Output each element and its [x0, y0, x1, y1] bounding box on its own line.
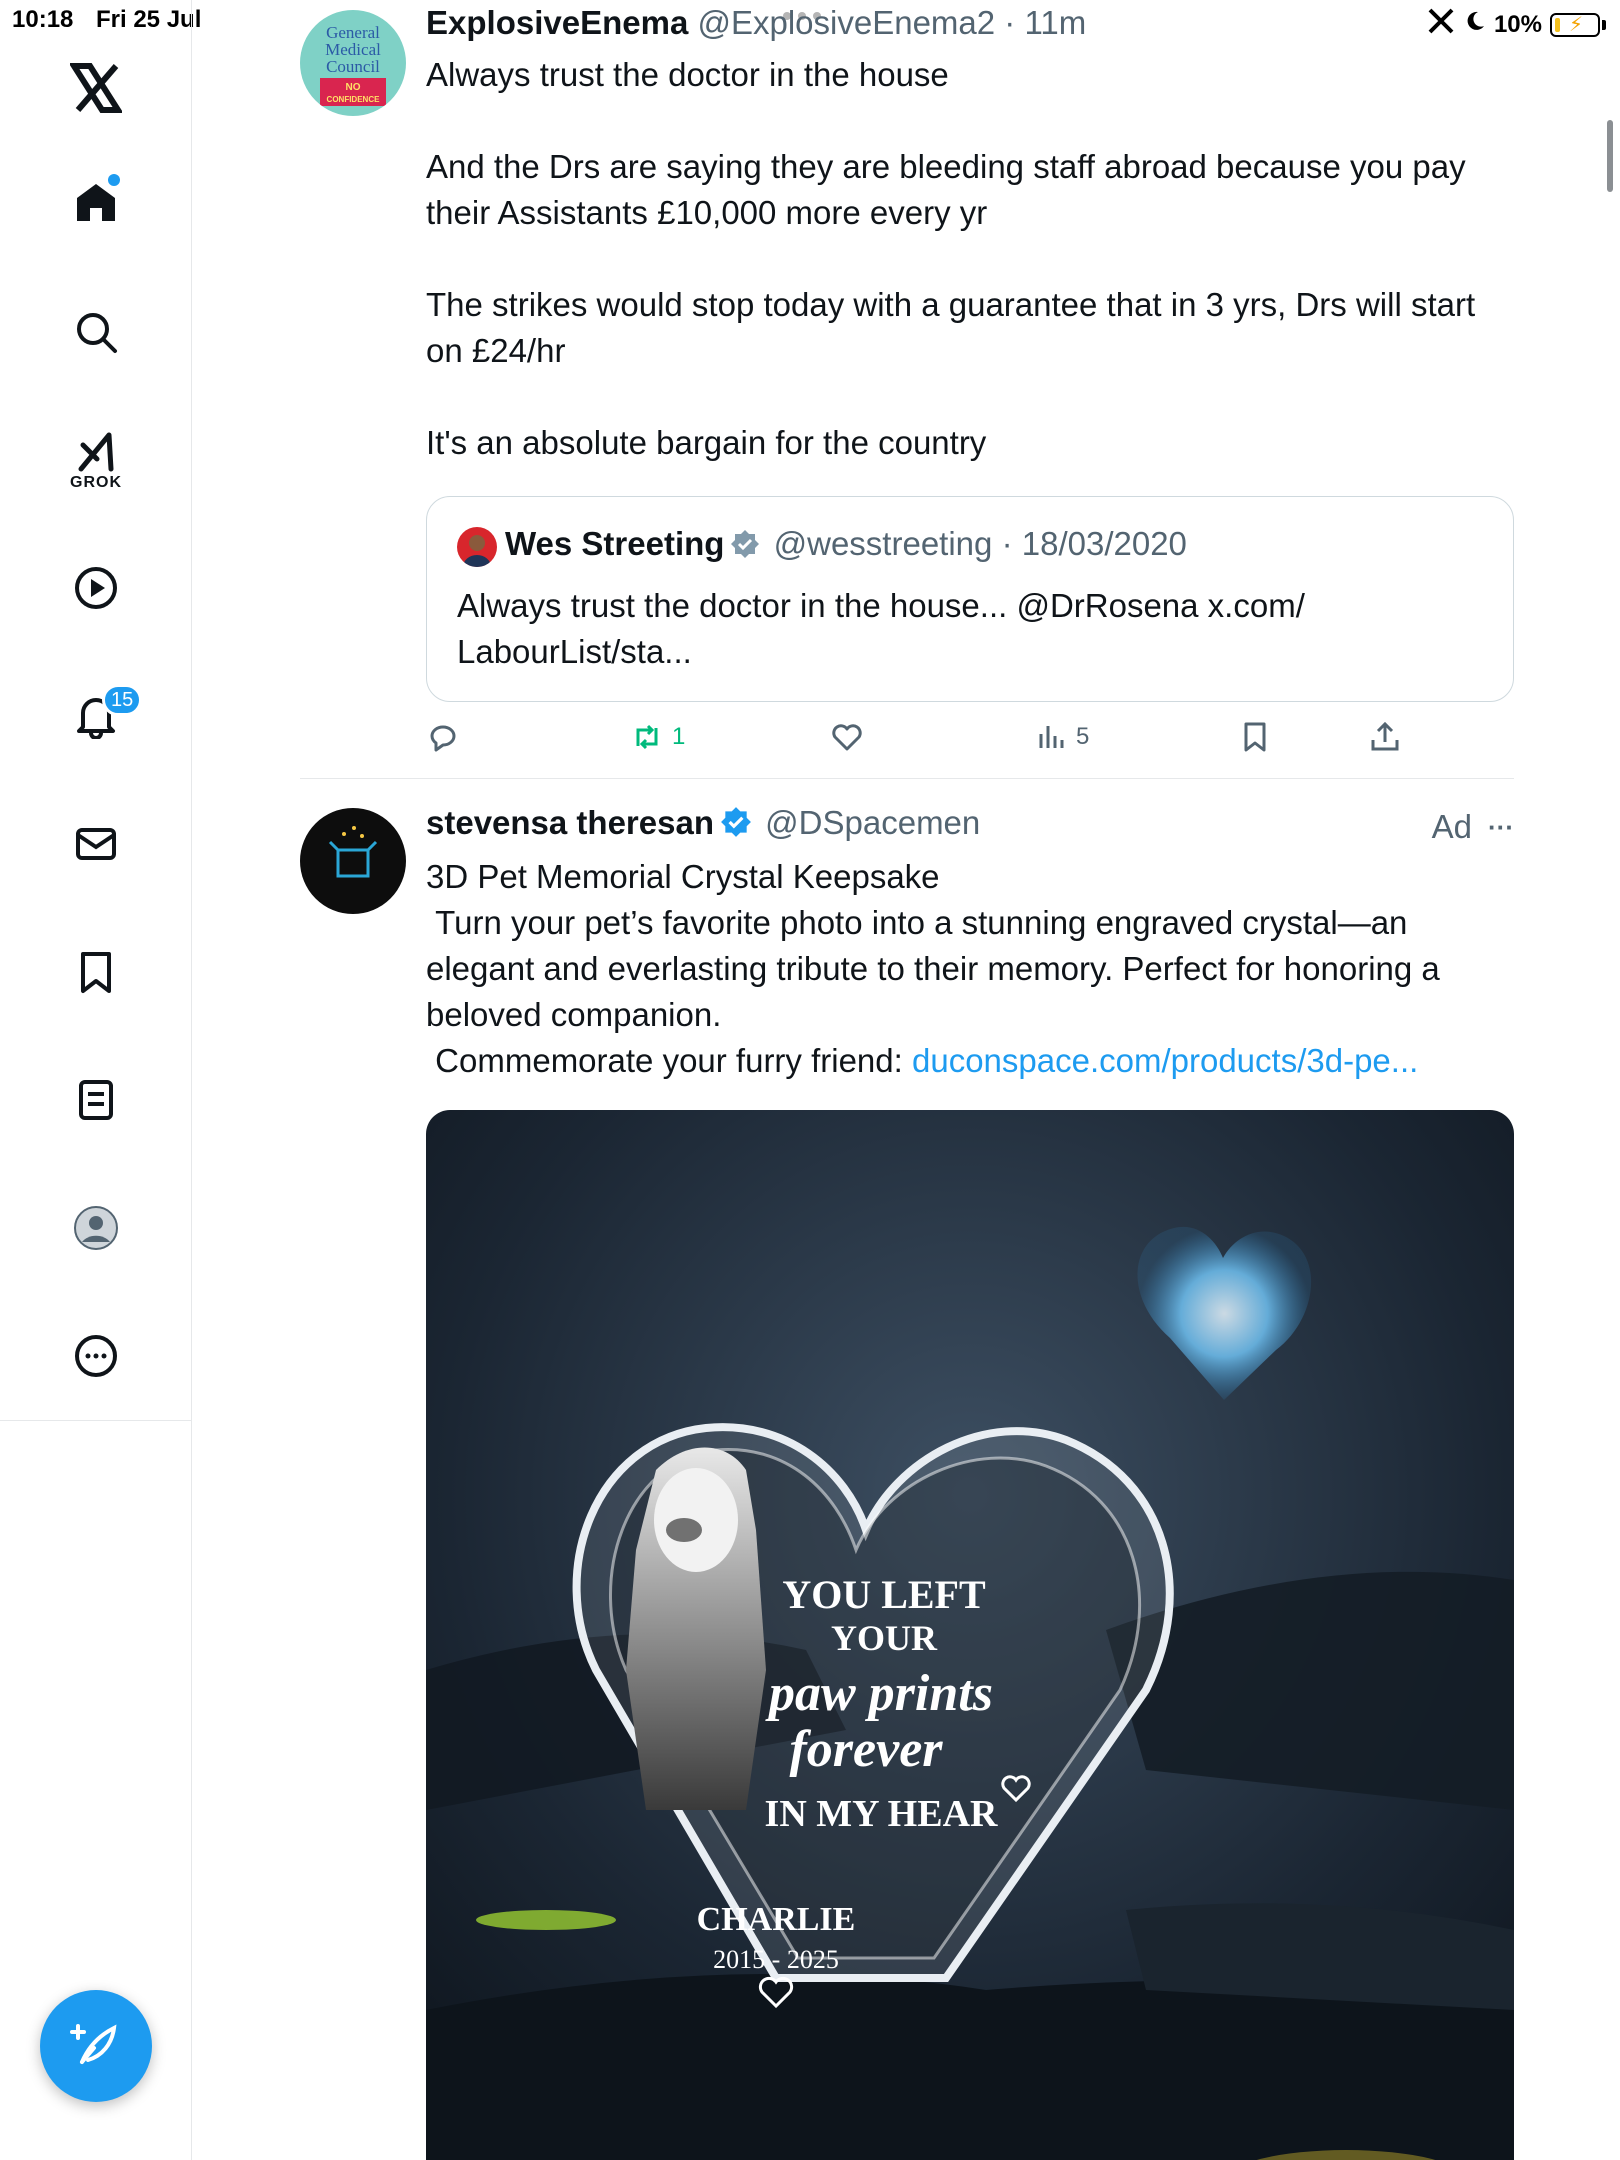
- quoted-author-avatar: [457, 527, 497, 567]
- ad-link[interactable]: duconspace.com/products/3d-pe...: [912, 1042, 1418, 1079]
- ad-label: Ad: [1431, 808, 1473, 845]
- search-icon: [77, 313, 117, 353]
- engraved-line3: paw prints: [765, 1665, 993, 1722]
- quoted-post-card[interactable]: Wes Streeting @wesstreeting · 18/03/2020…: [426, 496, 1514, 702]
- post-time[interactable]: 11m: [1024, 4, 1086, 41]
- author-handle[interactable]: @ExplosiveEnema2: [697, 4, 995, 41]
- reply-button[interactable]: [426, 720, 460, 754]
- tweet-text: Always trust the doctor in the house And…: [426, 56, 1476, 461]
- sidebar-item-home[interactable]: [54, 160, 138, 244]
- tweet[interactable]: General Medical Council NO CONFIDENCE Ex…: [300, 4, 1514, 770]
- engraved-years: 2015 - 2025: [713, 1945, 839, 1974]
- bookmark-icon: [81, 952, 111, 993]
- bookmark-icon: [1244, 722, 1266, 752]
- quoted-author-name: Wes Streeting: [505, 525, 725, 562]
- home-unread-dot: [108, 174, 120, 186]
- sidebar-item-explore[interactable]: [54, 290, 138, 374]
- quoted-post-date: 18/03/2020: [1021, 525, 1187, 562]
- more-options-button[interactable]: ···: [1488, 812, 1514, 843]
- post-divider: [300, 778, 1514, 779]
- author-name[interactable]: ExplosiveEnema: [426, 4, 688, 41]
- author-avatar[interactable]: General Medical Council NO CONFIDENCE: [300, 10, 406, 116]
- views-chart-icon: [1039, 726, 1064, 748]
- quoted-post-text: Always trust the doctor in the house... …: [457, 587, 1305, 670]
- engraved-line2: YOUR: [831, 1618, 938, 1658]
- notifications-badge: 15: [102, 684, 143, 716]
- sidebar: GROK 15: [0, 0, 192, 2160]
- mail-icon: [76, 828, 116, 860]
- post-actions: 1 5: [426, 720, 1436, 764]
- repost-button[interactable]: 1: [630, 720, 685, 754]
- tweet-header: ExplosiveEnema @ExplosiveEnema2 · 11m: [426, 4, 1086, 42]
- grok-icon: [78, 432, 114, 472]
- sidebar-item-profile[interactable]: [54, 1186, 138, 1270]
- share-button[interactable]: [1368, 720, 1402, 754]
- engraved-line1: YOU LEFT: [782, 1572, 986, 1617]
- advertiser-avatar[interactable]: [300, 808, 406, 914]
- separator-dot: ·: [1004, 4, 1016, 41]
- heart-icon: [832, 724, 862, 751]
- quoted-post-header: Wes Streeting @wesstreeting · 18/03/2020: [505, 525, 1187, 563]
- quoted-separator: ·: [1001, 525, 1013, 562]
- engraved-line4: forever: [789, 1721, 943, 1778]
- verified-blue-badge-icon: [721, 807, 751, 837]
- repost-count: 1: [672, 723, 686, 750]
- compose-post-button[interactable]: [40, 1990, 152, 2102]
- sidebar-item-lists[interactable]: [54, 1058, 138, 1142]
- sidebar-divider: [0, 1420, 192, 1421]
- ad-header: stevensa theresan @DSpacemen: [426, 804, 980, 842]
- lists-icon: [79, 1080, 113, 1120]
- share-icon: [1371, 721, 1399, 751]
- bookmark-button[interactable]: [1238, 720, 1272, 754]
- svg-text:Council: Council: [326, 57, 380, 76]
- reply-icon: [430, 725, 456, 752]
- like-button[interactable]: [830, 720, 864, 754]
- engraved-pet-name: CHARLIE: [697, 1901, 856, 1938]
- more-circle-icon: [75, 1335, 117, 1377]
- scrollbar-thumb[interactable]: [1607, 120, 1613, 192]
- views-count: 5: [1076, 723, 1090, 750]
- grok-label: GROK: [70, 474, 122, 491]
- svg-text:NO: NO: [346, 82, 361, 93]
- advertiser-handle[interactable]: @DSpacemen: [765, 804, 980, 841]
- sidebar-item-video[interactable]: [54, 546, 138, 630]
- battery-icon: ⚡: [1550, 12, 1600, 37]
- quoted-author-handle: @wesstreeting: [773, 525, 993, 562]
- svg-text:CONFIDENCE: CONFIDENCE: [327, 95, 381, 104]
- ad-media-image[interactable]: YOU LEFT YOUR paw prints forever IN MY H…: [426, 1110, 1514, 2160]
- repost-icon: [636, 724, 658, 750]
- x-logo-icon[interactable]: [70, 62, 122, 114]
- sidebar-item-bookmarks[interactable]: [54, 930, 138, 1014]
- promoted-tweet[interactable]: stevensa theresan @DSpacemen Ad ··· 3D P…: [300, 804, 1516, 2160]
- ad-text: 3D Pet Memorial Crystal Keepsake Turn yo…: [426, 854, 1516, 1084]
- advertiser-name[interactable]: stevensa theresan: [426, 804, 714, 841]
- profile-avatar-icon: [74, 1206, 118, 1250]
- video-play-icon: [75, 567, 117, 609]
- verified-grey-badge-icon: [731, 530, 760, 558]
- sidebar-item-more[interactable]: [54, 1314, 138, 1398]
- compose-feather-icon: [70, 2024, 117, 2064]
- engraved-line5: IN MY HEAR: [765, 1793, 998, 1835]
- ad-label-area: Ad ···: [1432, 808, 1514, 846]
- views-button[interactable]: 5: [1034, 720, 1089, 754]
- sidebar-item-messages[interactable]: [54, 802, 138, 886]
